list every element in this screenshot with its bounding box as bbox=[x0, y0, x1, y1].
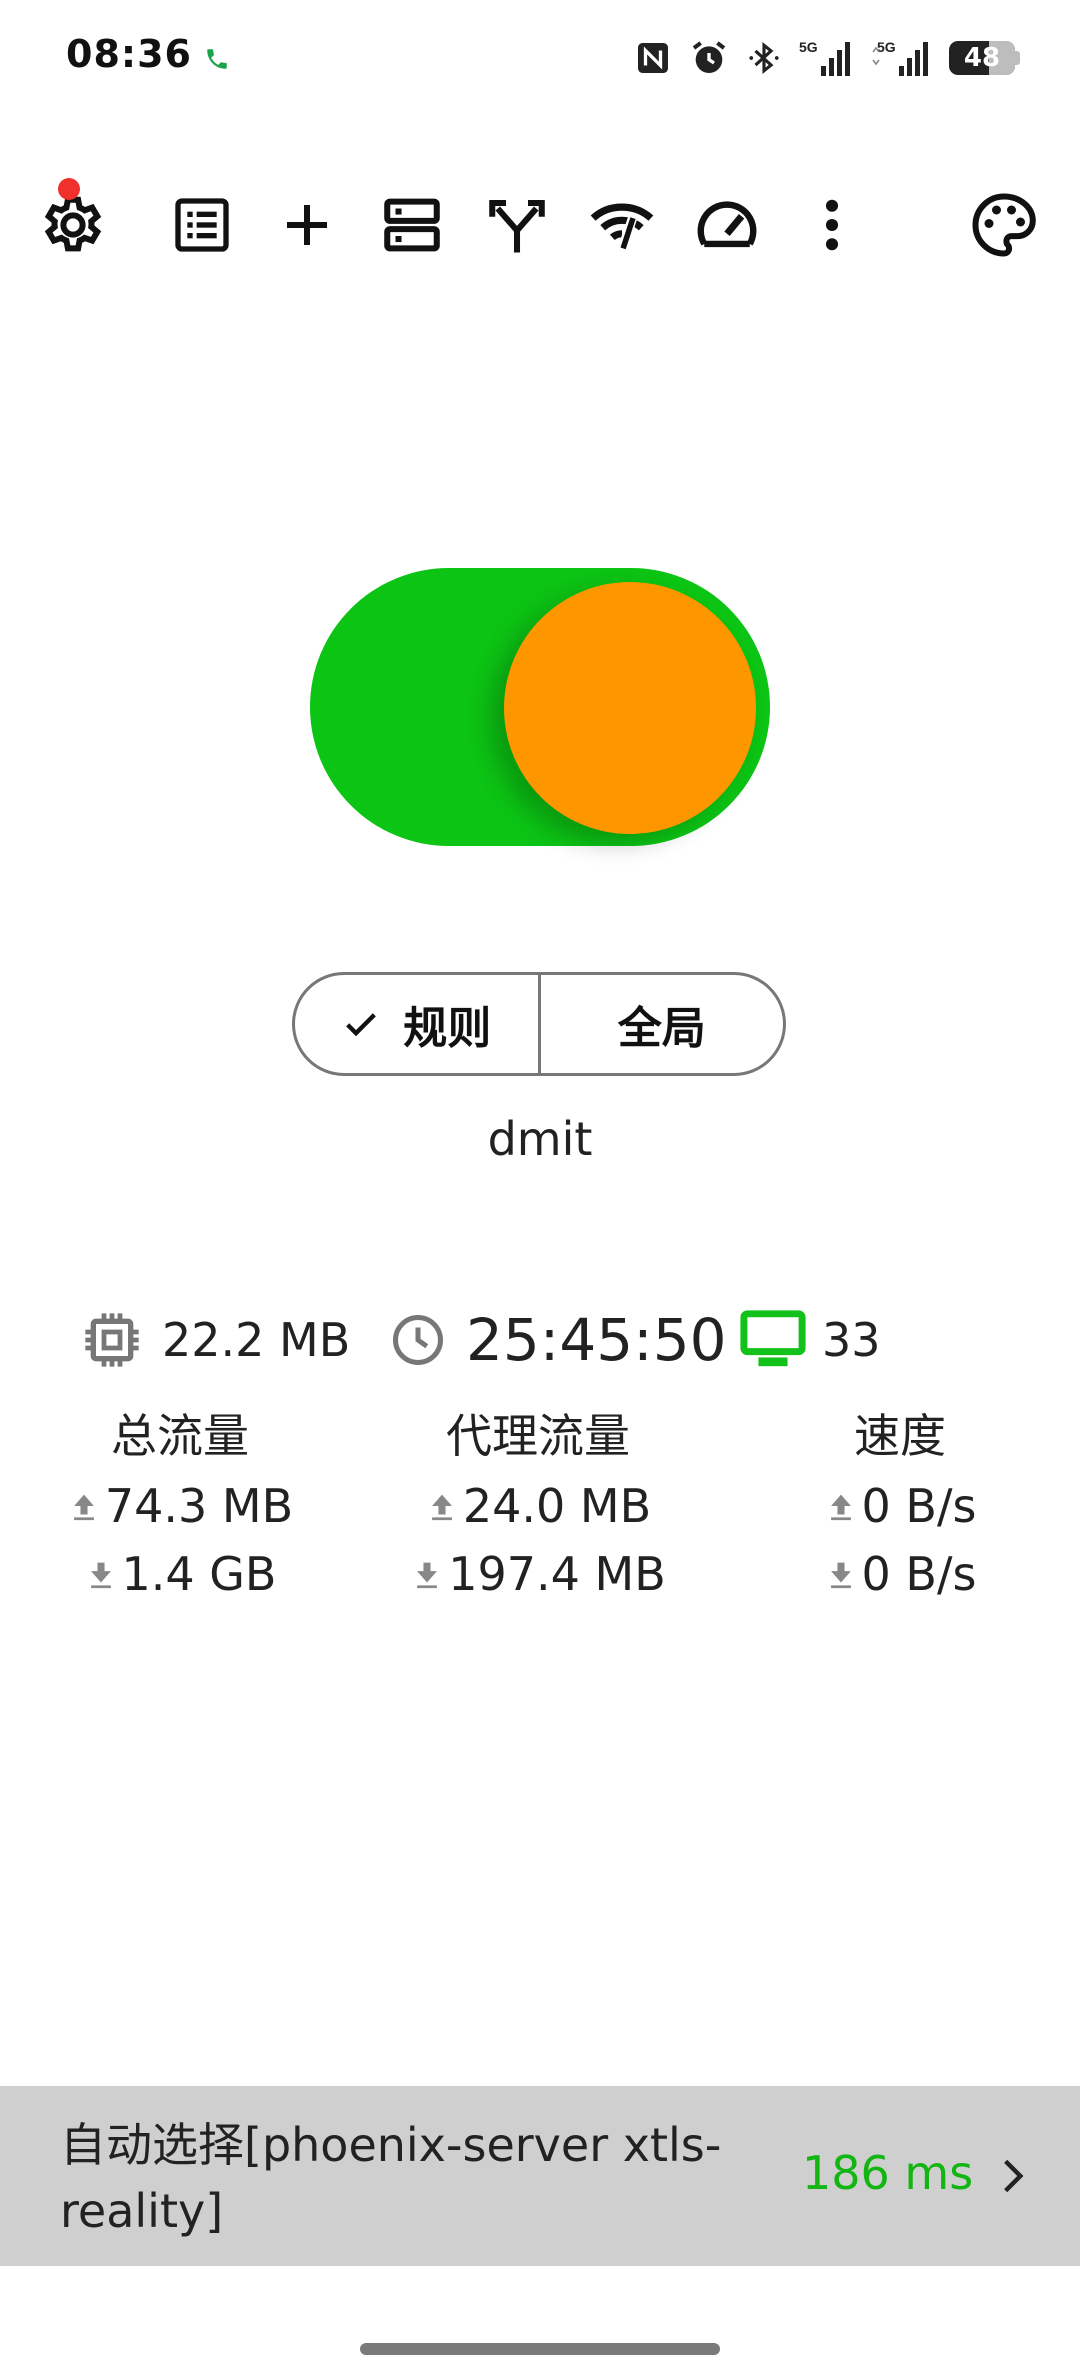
proxy-upload: 24.0 MB bbox=[388, 1472, 688, 1540]
speed-download: 0 B/s bbox=[750, 1540, 1050, 1608]
toggle-knob bbox=[504, 582, 756, 834]
palette-icon bbox=[972, 193, 1036, 257]
uptime-value: 25:45:50 bbox=[466, 1306, 727, 1374]
total-upload-value: 74.3 MB bbox=[104, 1479, 294, 1533]
speed-download-value: 0 B/s bbox=[861, 1547, 977, 1601]
download-arrow-icon bbox=[417, 1562, 438, 1589]
alarm-icon bbox=[692, 41, 726, 73]
bluetooth-icon bbox=[749, 42, 779, 74]
mode-rule-button[interactable]: 规则 bbox=[295, 975, 538, 1073]
servers-button[interactable] bbox=[367, 180, 457, 270]
battery-level: 48 bbox=[963, 43, 1001, 73]
monitor-icon bbox=[740, 1310, 806, 1367]
settings-icon bbox=[44, 196, 102, 252]
list-icon bbox=[175, 198, 229, 252]
memory-value: 22.2 MB bbox=[162, 1313, 351, 1367]
add-button[interactable] bbox=[262, 180, 352, 270]
speed-upload-value: 0 B/s bbox=[861, 1479, 977, 1533]
total-traffic: 总流量 74.3 MB 1.4 GB bbox=[30, 1400, 330, 1608]
proxy-upload-value: 24.0 MB bbox=[462, 1479, 652, 1533]
speed-test-button[interactable] bbox=[682, 180, 772, 270]
servers-icon bbox=[384, 198, 440, 252]
proxy-latency: 186 ms bbox=[802, 2146, 974, 2200]
proxy-traffic-title: 代理流量 bbox=[446, 1409, 630, 1463]
route-fork-icon bbox=[489, 199, 545, 253]
upload-arrow-icon bbox=[431, 1494, 452, 1521]
uptime-stat: 25:45:50 bbox=[388, 1300, 727, 1380]
nfc-icon bbox=[638, 43, 668, 73]
chevron-right-icon bbox=[1004, 2159, 1024, 2193]
home-indicator[interactable] bbox=[360, 2343, 720, 2355]
speed-traffic: 速度 0 B/s 0 B/s bbox=[750, 1400, 1050, 1608]
total-download: 1.4 GB bbox=[30, 1540, 330, 1608]
proxy-traffic: 代理流量 24.0 MB 197.4 MB bbox=[388, 1400, 688, 1608]
speed-upload: 0 B/s bbox=[750, 1472, 1050, 1540]
signal-icon: 5G bbox=[872, 39, 928, 76]
mode-rule-label: 规则 bbox=[403, 1003, 492, 1054]
svg-text:5G: 5G bbox=[877, 39, 896, 55]
total-download-value: 1.4 GB bbox=[121, 1547, 277, 1601]
connections-value: 33 bbox=[822, 1313, 881, 1367]
connections-stat[interactable]: 33 bbox=[738, 1300, 881, 1380]
mode-global-button[interactable]: 全局 bbox=[537, 975, 784, 1073]
memory-chip-icon bbox=[85, 1313, 139, 1367]
notification-badge bbox=[58, 178, 80, 200]
wifi-proxy-button[interactable] bbox=[577, 180, 667, 270]
memory-stat: 22.2 MB bbox=[80, 1300, 350, 1380]
mode-selector: 规则 全局 bbox=[292, 972, 786, 1076]
more-vert-icon bbox=[825, 199, 839, 251]
connect-toggle[interactable] bbox=[310, 568, 770, 846]
mode-global-label: 全局 bbox=[617, 1003, 706, 1054]
battery-icon: 48 bbox=[949, 41, 1020, 75]
svg-text:5G: 5G bbox=[799, 39, 818, 55]
settings-button[interactable] bbox=[28, 178, 118, 270]
status-icons: 5G 5G 48 bbox=[635, 36, 1020, 80]
selected-proxy-name: 自动选择[phoenix-server xtls-reality] bbox=[60, 2118, 722, 2238]
routing-button[interactable] bbox=[472, 180, 562, 270]
speedometer-icon bbox=[697, 201, 757, 248]
signal-icon: 5G bbox=[799, 39, 850, 76]
upload-arrow-icon bbox=[830, 1494, 851, 1521]
total-upload: 74.3 MB bbox=[30, 1472, 330, 1540]
proxy-download: 197.4 MB bbox=[388, 1540, 688, 1608]
proxy-download-value: 197.4 MB bbox=[448, 1547, 666, 1601]
download-arrow-icon bbox=[90, 1562, 111, 1589]
profiles-list-button[interactable] bbox=[157, 180, 247, 270]
clock-icon bbox=[393, 1315, 443, 1365]
total-traffic-title: 总流量 bbox=[111, 1409, 249, 1463]
profile-name: dmit bbox=[487, 1112, 593, 1166]
status-time: 08:36 bbox=[66, 32, 192, 76]
status-bar: 08:36 5G 5G 48 bbox=[0, 0, 1080, 118]
upload-arrow-icon bbox=[73, 1494, 94, 1521]
theme-button[interactable] bbox=[959, 180, 1049, 270]
download-arrow-icon bbox=[830, 1562, 851, 1589]
speed-title: 速度 bbox=[854, 1409, 946, 1463]
check-icon bbox=[346, 1013, 377, 1037]
selected-proxy-bar[interactable]: 自动选择[phoenix-server xtls-reality] 186 ms bbox=[0, 2086, 1080, 2266]
toolbar bbox=[0, 178, 1080, 270]
more-options-button[interactable] bbox=[787, 180, 877, 270]
add-icon bbox=[287, 205, 327, 245]
wifi-off-icon bbox=[590, 203, 654, 252]
call-active-icon bbox=[207, 49, 227, 69]
